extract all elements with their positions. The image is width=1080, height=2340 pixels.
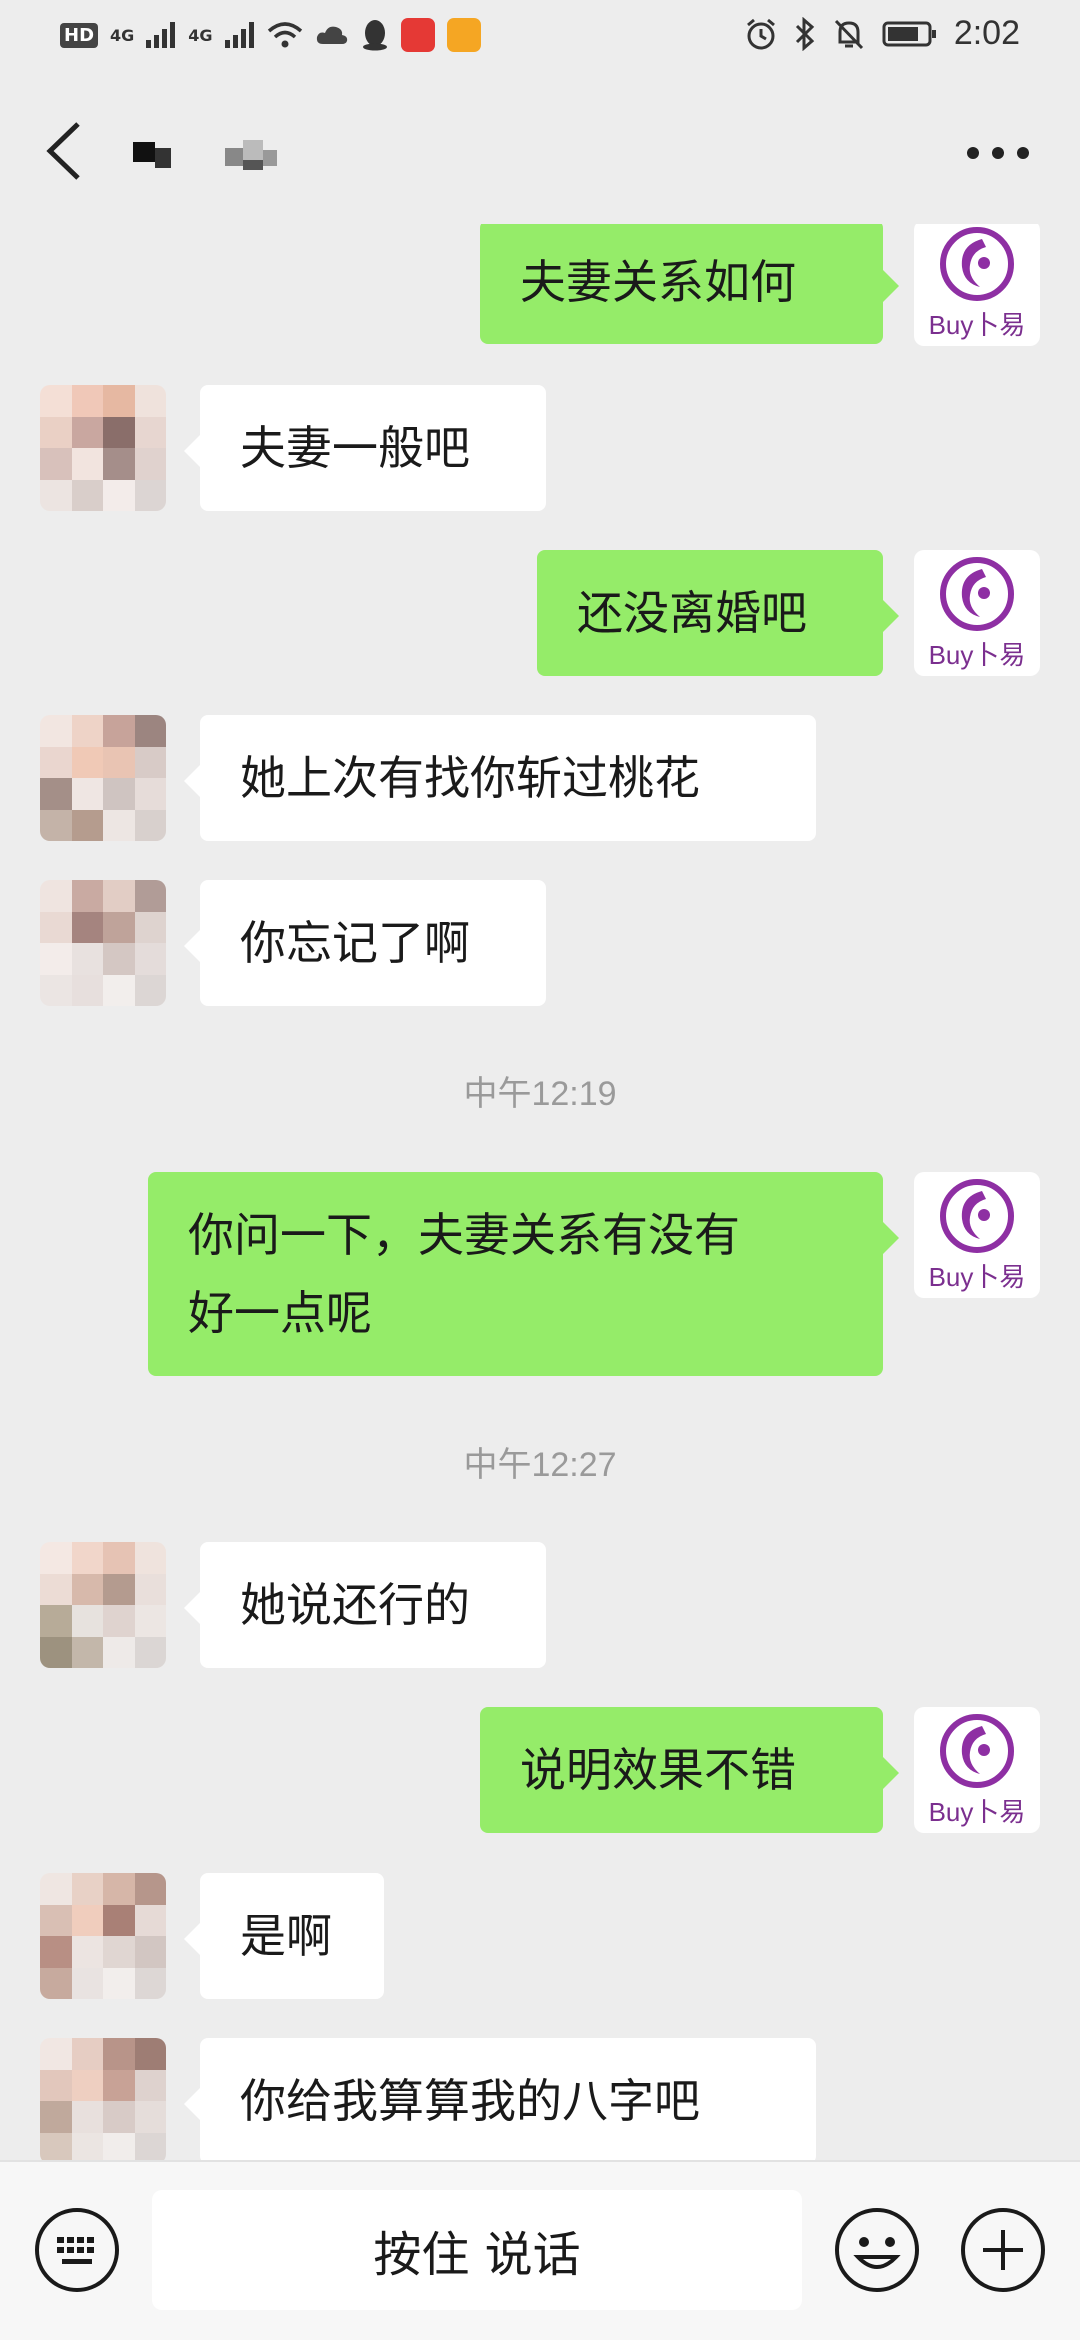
keyboard-icon[interactable]: [32, 2205, 122, 2295]
message-bubble-incoming[interactable]: 她上次有找你斩过桃花: [184, 715, 816, 841]
hd-voice-icon: HD: [60, 22, 99, 48]
message-bubble-incoming[interactable]: 夫妻一般吧: [184, 385, 546, 511]
mute-bell-icon: [834, 19, 863, 49]
message-line: 好一点呢: [188, 1286, 372, 1340]
avatar[interactable]: [40, 1542, 166, 1668]
avatar[interactable]: Buy卜易: [914, 1172, 1040, 1298]
bluetooth-icon: [795, 16, 815, 51]
alarm-icon: [746, 18, 775, 49]
message-line: 你问一下，夫妻关系有没有: [188, 1208, 740, 1262]
brand-avatar-text: Buy卜易: [928, 309, 1026, 340]
chevron-left-icon[interactable]: [38, 116, 98, 186]
brand-avatar-text: Buy卜易: [928, 1261, 1026, 1292]
contact-name-blurred: [133, 140, 277, 170]
plus-icon[interactable]: [958, 2205, 1048, 2295]
message-bubble-outgoing[interactable]: 说明效果不错: [480, 1707, 899, 1833]
more-dots-icon[interactable]: [966, 146, 1030, 160]
app-notification-icon: [400, 18, 435, 52]
brand-logo-icon: [940, 1713, 1014, 1788]
message-bubble-incoming[interactable]: 是啊: [184, 1873, 384, 1999]
signal-icon: [146, 22, 176, 48]
qq-icon: [362, 20, 387, 51]
battery-icon: [882, 21, 936, 46]
emoji-icon[interactable]: [832, 2205, 922, 2295]
message-bubble-outgoing[interactable]: 夫妻关系如何: [480, 224, 899, 344]
message-bubble-incoming[interactable]: 你忘记了啊: [184, 880, 546, 1006]
brand-avatar-text: Buy卜易: [928, 639, 1026, 670]
avatar[interactable]: [40, 2038, 166, 2160]
status-bar: HD 4G 4G 2:02: [0, 0, 1080, 74]
cloud-icon: [316, 26, 347, 44]
chat-header: [0, 74, 1080, 224]
app-notification-icon: [446, 18, 481, 52]
status-time: 2:02: [953, 14, 1020, 52]
status-right: 2:02: [744, 14, 1020, 53]
message-bubble-outgoing[interactable]: 你问一下，夫妻关系有没有 好一点呢: [148, 1172, 899, 1376]
signal-icon: [224, 22, 254, 48]
brand-logo-icon: [940, 1178, 1014, 1253]
input-bar: 按住 说话: [0, 2160, 1080, 2340]
avatar[interactable]: [40, 715, 166, 841]
signal-label-1: 4G: [110, 25, 135, 45]
timestamp-divider: 中午12:19: [463, 1075, 617, 1113]
message-bubble-incoming[interactable]: 你给我算算我的八字吧: [184, 2038, 816, 2160]
hold-to-talk-button[interactable]: 按住 说话: [152, 2190, 802, 2310]
avatar[interactable]: [40, 385, 166, 511]
avatar[interactable]: Buy卜易: [914, 224, 1040, 346]
status-left: HD 4G 4G: [60, 18, 481, 52]
wifi-icon: [267, 22, 302, 48]
avatar[interactable]: [40, 1873, 166, 1999]
avatar[interactable]: [40, 880, 166, 1006]
message-bubble-outgoing[interactable]: 还没离婚吧: [537, 550, 899, 676]
brand-logo-icon: [940, 226, 1014, 301]
avatar[interactable]: Buy卜易: [914, 550, 1040, 676]
brand-avatar-text: Buy卜易: [928, 1796, 1026, 1827]
avatar[interactable]: Buy卜易: [914, 1707, 1040, 1833]
timestamp-divider: 中午12:27: [463, 1446, 617, 1484]
signal-label-2: 4G: [188, 25, 213, 45]
chat-messages[interactable]: 夫妻关系如何 Buy卜易 夫妻一般吧 还没离婚吧 Buy卜易 她上次有找你斩过桃…: [0, 224, 1080, 2160]
message-bubble-incoming[interactable]: 她说还行的: [184, 1542, 546, 1668]
brand-logo-icon: [940, 556, 1014, 631]
